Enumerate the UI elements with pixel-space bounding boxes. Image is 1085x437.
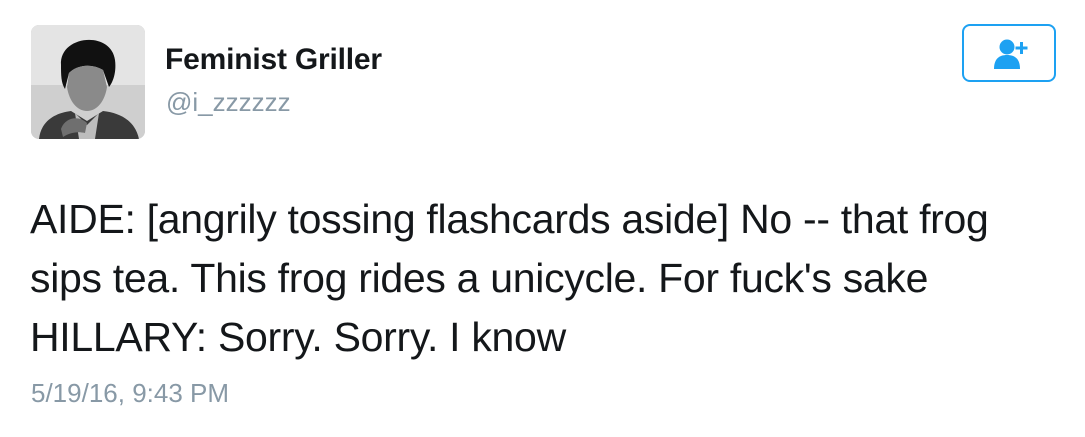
tweet-text-line: HILLARY: Sorry. Sorry. I know [30, 314, 566, 360]
tweet-timestamp[interactable]: 5/19/16, 9:43 PM [31, 378, 229, 409]
tweet-text-line: sips tea. This frog rides a unicycle. Fo… [30, 255, 929, 301]
avatar-photo-icon [31, 25, 145, 139]
avatar[interactable] [31, 25, 145, 139]
follow-add-user-icon [994, 39, 1028, 69]
tweet-text-line: AIDE: [angrily tossing flashcards aside]… [30, 196, 989, 242]
tweet-card: Feminist Griller @i_zzzzzz AIDE: [angril… [0, 0, 1085, 437]
author-handle[interactable]: @i_zzzzzz [166, 87, 291, 118]
follow-button[interactable] [962, 24, 1056, 82]
tweet-text: AIDE: [angrily tossing flashcards aside]… [30, 190, 1070, 367]
author-display-name[interactable]: Feminist Griller [165, 43, 382, 77]
